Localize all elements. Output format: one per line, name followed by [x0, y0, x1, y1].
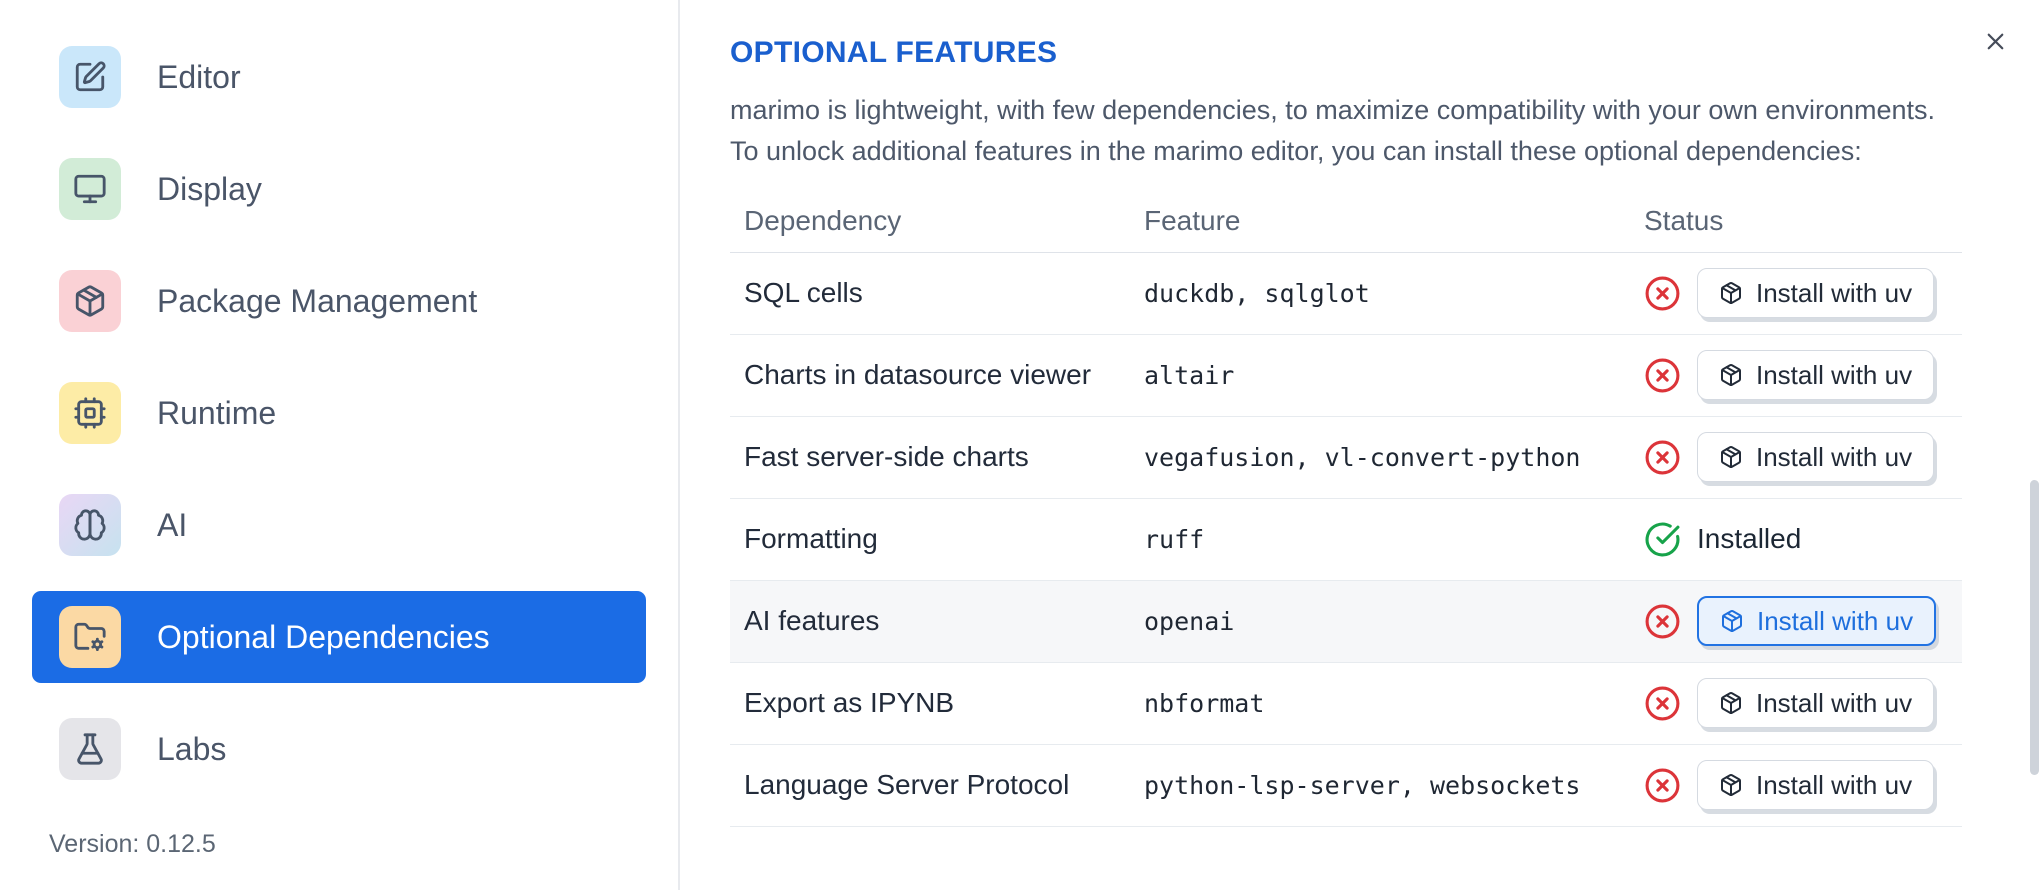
status-cell: Installed	[1644, 521, 1962, 558]
package-icon	[1721, 364, 1741, 386]
sidebar-item-label: Package Management	[157, 282, 478, 319]
sidebar-item-label: AI	[157, 506, 188, 543]
status-cell: Install with uv	[1644, 760, 1962, 810]
square-pen-icon	[59, 46, 121, 108]
table-header-row: Dependency Feature Status	[730, 190, 1962, 253]
install-button-label: Install with uv	[1756, 769, 1913, 800]
column-header-dependency: Dependency	[730, 190, 1130, 253]
sidebar-item-label: Editor	[157, 58, 241, 95]
package-icon	[1721, 774, 1741, 796]
table-row: Export as IPYNB nbformat Install with uv	[730, 662, 1962, 745]
settings-sidebar: Editor Display Package Management Runtim…	[0, 0, 680, 890]
circle-x-icon	[1644, 275, 1681, 312]
install-button-label: Install with uv	[1756, 359, 1913, 390]
feature-packages: altair	[1130, 334, 1630, 417]
install-button-label: Install with uv	[1757, 605, 1914, 636]
sidebar-item-editor[interactable]: Editor	[32, 31, 646, 123]
sidebar-item-package-management[interactable]: Package Management	[32, 255, 646, 347]
status-cell: Install with uv	[1644, 678, 1962, 728]
table-row: Formatting ruff Installed	[730, 498, 1962, 581]
feature-packages: vegafusion, vl-convert-python	[1130, 416, 1630, 499]
package-icon	[1722, 610, 1742, 632]
scrollbar-thumb[interactable]	[2030, 480, 2039, 775]
settings-dialog: Editor Display Package Management Runtim…	[0, 0, 2042, 890]
sidebar-item-optional-dependencies[interactable]: Optional Dependencies	[32, 591, 646, 683]
circle-x-icon	[1644, 357, 1681, 394]
install-with-uv-button[interactable]: Install with uv	[1697, 596, 1937, 646]
description-line: To unlock additional features in the mar…	[730, 136, 1862, 166]
sidebar-item-display[interactable]: Display	[32, 143, 646, 235]
monitor-icon	[59, 158, 121, 220]
panel-description: marimo is lightweight, with few dependen…	[730, 90, 1990, 172]
close-button[interactable]	[1976, 22, 2014, 60]
table-row: SQL cells duckdb, sqlglot Install with u…	[730, 252, 1962, 335]
description-line: marimo is lightweight, with few dependen…	[730, 95, 1936, 125]
feature-packages: nbformat	[1130, 662, 1630, 745]
table-row: Fast server-side charts vegafusion, vl-c…	[730, 416, 1962, 499]
flask-icon	[59, 718, 121, 780]
dependency-name: Formatting	[730, 498, 1130, 581]
settings-nav: Editor Display Package Management Runtim…	[0, 0, 678, 795]
version-label: Version: 0.12.5	[49, 830, 216, 858]
sidebar-item-label: Runtime	[157, 394, 277, 431]
table-row: Charts in datasource viewer altair Insta…	[730, 334, 1962, 417]
table-row: Language Server Protocol python-lsp-serv…	[730, 744, 1962, 827]
feature-packages: duckdb, sqlglot	[1130, 252, 1630, 335]
panel-title: OPTIONAL FEATURES	[730, 36, 1058, 69]
install-with-uv-button[interactable]: Install with uv	[1697, 432, 1935, 482]
status-cell: Install with uv	[1644, 432, 1962, 482]
install-with-uv-button[interactable]: Install with uv	[1697, 678, 1935, 728]
feature-packages: ruff	[1130, 498, 1630, 581]
dependency-name: Language Server Protocol	[730, 744, 1130, 827]
brain-icon	[59, 494, 121, 556]
column-header-feature: Feature	[1130, 190, 1630, 253]
dependency-name: Fast server-side charts	[730, 416, 1130, 499]
install-button-label: Install with uv	[1756, 277, 1913, 308]
feature-packages: openai	[1130, 580, 1630, 663]
install-button-label: Install with uv	[1756, 687, 1913, 718]
column-header-status: Status	[1630, 190, 1962, 253]
sidebar-item-label: Labs	[157, 730, 227, 767]
feature-packages: python-lsp-server, websockets	[1130, 744, 1630, 827]
package-icon	[1721, 282, 1741, 304]
package-icon	[1721, 446, 1741, 468]
install-with-uv-button[interactable]: Install with uv	[1697, 350, 1935, 400]
circle-x-icon	[1644, 603, 1681, 640]
cpu-icon	[59, 382, 121, 444]
table-row: AI features openai Install with uv	[730, 580, 1962, 663]
install-with-uv-button[interactable]: Install with uv	[1697, 760, 1935, 810]
folder-cog-icon	[59, 606, 121, 668]
dependency-name: AI features	[730, 580, 1130, 663]
status-cell: Install with uv	[1644, 350, 1962, 400]
close-icon	[1987, 33, 2003, 49]
circle-check-icon	[1644, 521, 1681, 558]
dependency-name: Export as IPYNB	[730, 662, 1130, 745]
sidebar-item-labs[interactable]: Labs	[32, 703, 646, 795]
status-cell: Install with uv	[1644, 268, 1962, 318]
package-icon	[1721, 692, 1741, 714]
dependency-name: Charts in datasource viewer	[730, 334, 1130, 417]
installed-label: Installed	[1697, 523, 1802, 554]
circle-x-icon	[1644, 439, 1681, 476]
dependencies-table: Dependency Feature Status SQL cells duck…	[730, 190, 1962, 827]
sidebar-item-runtime[interactable]: Runtime	[32, 367, 646, 459]
package-icon	[59, 270, 121, 332]
sidebar-item-ai[interactable]: AI	[32, 479, 646, 571]
optional-features-panel: OPTIONAL FEATURES marimo is lightweight,…	[680, 0, 2042, 890]
sidebar-item-label: Display	[157, 170, 262, 207]
sidebar-item-label: Optional Dependencies	[157, 618, 490, 655]
install-button-label: Install with uv	[1756, 441, 1913, 472]
dependency-name: SQL cells	[730, 252, 1130, 335]
install-with-uv-button[interactable]: Install with uv	[1697, 268, 1935, 318]
circle-x-icon	[1644, 767, 1681, 804]
status-cell: Install with uv	[1644, 596, 1962, 646]
circle-x-icon	[1644, 685, 1681, 722]
